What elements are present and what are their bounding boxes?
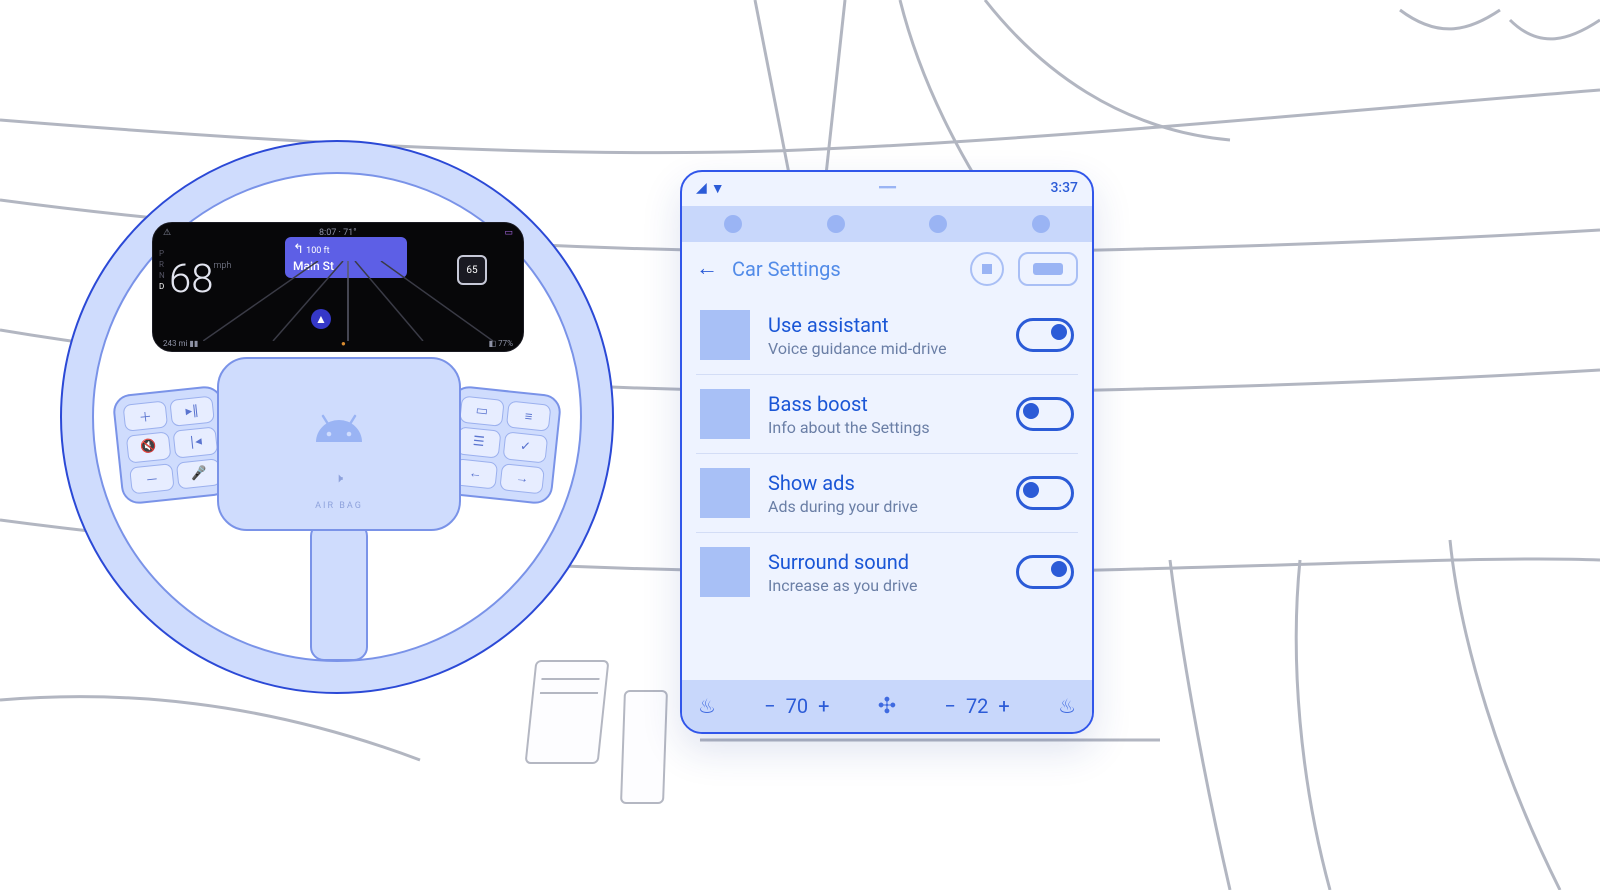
toggle-surround-sound[interactable] (1016, 555, 1074, 589)
setting-row-bass-boost[interactable]: Bass boost Info about the Settings (696, 375, 1078, 454)
lane-guidance (203, 261, 493, 341)
climate-left[interactable]: − 70 + (764, 694, 829, 718)
toggle-use-assistant[interactable] (1016, 318, 1074, 352)
seat-heat-right-icon[interactable]: ♨ (1058, 694, 1076, 718)
list-button[interactable]: ☰ (456, 427, 502, 459)
setting-title: Bass boost (768, 392, 998, 416)
android-icon (312, 414, 366, 446)
prev-track-button[interactable]: ∣◂ (173, 427, 219, 459)
media-dot: ● (341, 339, 346, 348)
forward-wheel-button[interactable]: → (499, 463, 545, 495)
app-tabs (682, 206, 1092, 242)
setting-icon (700, 310, 750, 360)
wheel-controls-left: ＋ ▸∥ 🔇 ∣◂ － 🎤 (112, 385, 233, 506)
clock: 3:37 (1050, 180, 1078, 196)
voice-button[interactable]: 🎤 (176, 458, 222, 490)
wheel-spoke-bottom (310, 522, 368, 661)
ok-button[interactable]: ✓ (503, 432, 549, 464)
climate-bar: ♨ − 70 + ✣ − 72 + ♨ (682, 680, 1092, 732)
accelerator-pedal (620, 690, 668, 804)
play-pause-button[interactable]: ▸∥ (169, 396, 215, 428)
range: 243 mi ▮▮ (163, 339, 198, 348)
toggle-show-ads[interactable] (1016, 476, 1074, 510)
setting-title: Surround sound (768, 550, 998, 574)
climate-right[interactable]: − 72 + (945, 694, 1010, 718)
settings-list: Use assistant Voice guidance mid-drive B… (682, 296, 1092, 680)
turn-icon: ↰ (293, 242, 304, 257)
setting-row-use-assistant[interactable]: Use assistant Voice guidance mid-drive (696, 296, 1078, 375)
airbag-label: AIR BAG (315, 501, 363, 511)
tab-1[interactable] (724, 215, 742, 233)
header-action-1[interactable] (970, 252, 1004, 286)
setting-row-surround-sound[interactable]: Surround sound Increase as you drive (696, 533, 1078, 611)
setting-subtitle: Info about the Settings (768, 418, 998, 437)
wifi-icon: ▼ (711, 180, 725, 197)
camera-notch: ━━ (879, 180, 896, 196)
battery: ◧ 77% (489, 339, 513, 348)
setting-subtitle: Ads during your drive (768, 497, 998, 516)
seatbelt-icon: ⚠ (163, 228, 171, 238)
toggle-bass-boost[interactable] (1016, 397, 1074, 431)
setting-subtitle: Voice guidance mid-drive (768, 339, 998, 358)
signal-icon: ◢ (696, 180, 707, 196)
setting-icon (700, 547, 750, 597)
page-title: Car Settings (732, 257, 956, 281)
wheel-hub: 🕨 AIR BAG (217, 357, 461, 531)
setting-icon (700, 468, 750, 518)
fan-icon[interactable]: ✣ (878, 694, 896, 719)
setting-title: Use assistant (768, 313, 998, 337)
setting-icon (700, 389, 750, 439)
statusbar: ◢ ▼ ━━ 3:37 (682, 172, 1092, 200)
instrument-cluster: ⚠ 8:07 · 71° ▭ P R N D 68mph ↰ 100 ft Ma… (152, 222, 524, 352)
cluster-status-icon: ▭ (504, 228, 513, 238)
setting-title: Show ads (768, 471, 998, 495)
infotainment-screen: ◢ ▼ ━━ 3:37 ← Car Settings Use assistant… (680, 170, 1094, 734)
brake-pedal (525, 660, 610, 764)
menu-button[interactable]: ≡ (506, 400, 552, 432)
seat-heat-left-icon[interactable]: ♨ (698, 694, 716, 718)
gear-indicator: P R N D (159, 249, 165, 291)
vehicle-marker-icon: ▲ (311, 309, 331, 329)
horn-icon: 🕨 (335, 471, 343, 486)
settings-header: ← Car Settings (682, 242, 1092, 296)
nav-distance: 100 ft (306, 246, 329, 256)
setting-row-show-ads[interactable]: Show ads Ads during your drive (696, 454, 1078, 533)
back-icon[interactable]: ← (696, 258, 718, 280)
volume-up-button[interactable]: ＋ (123, 400, 169, 432)
tab-3[interactable] (929, 215, 947, 233)
header-action-2[interactable] (1018, 252, 1078, 286)
tab-4[interactable] (1032, 215, 1050, 233)
volume-down-button[interactable]: － (129, 463, 175, 495)
mute-button[interactable]: 🔇 (126, 432, 172, 464)
tab-2[interactable] (827, 215, 845, 233)
setting-subtitle: Increase as you drive (768, 576, 998, 595)
phone-button[interactable]: ▭ (459, 396, 505, 428)
